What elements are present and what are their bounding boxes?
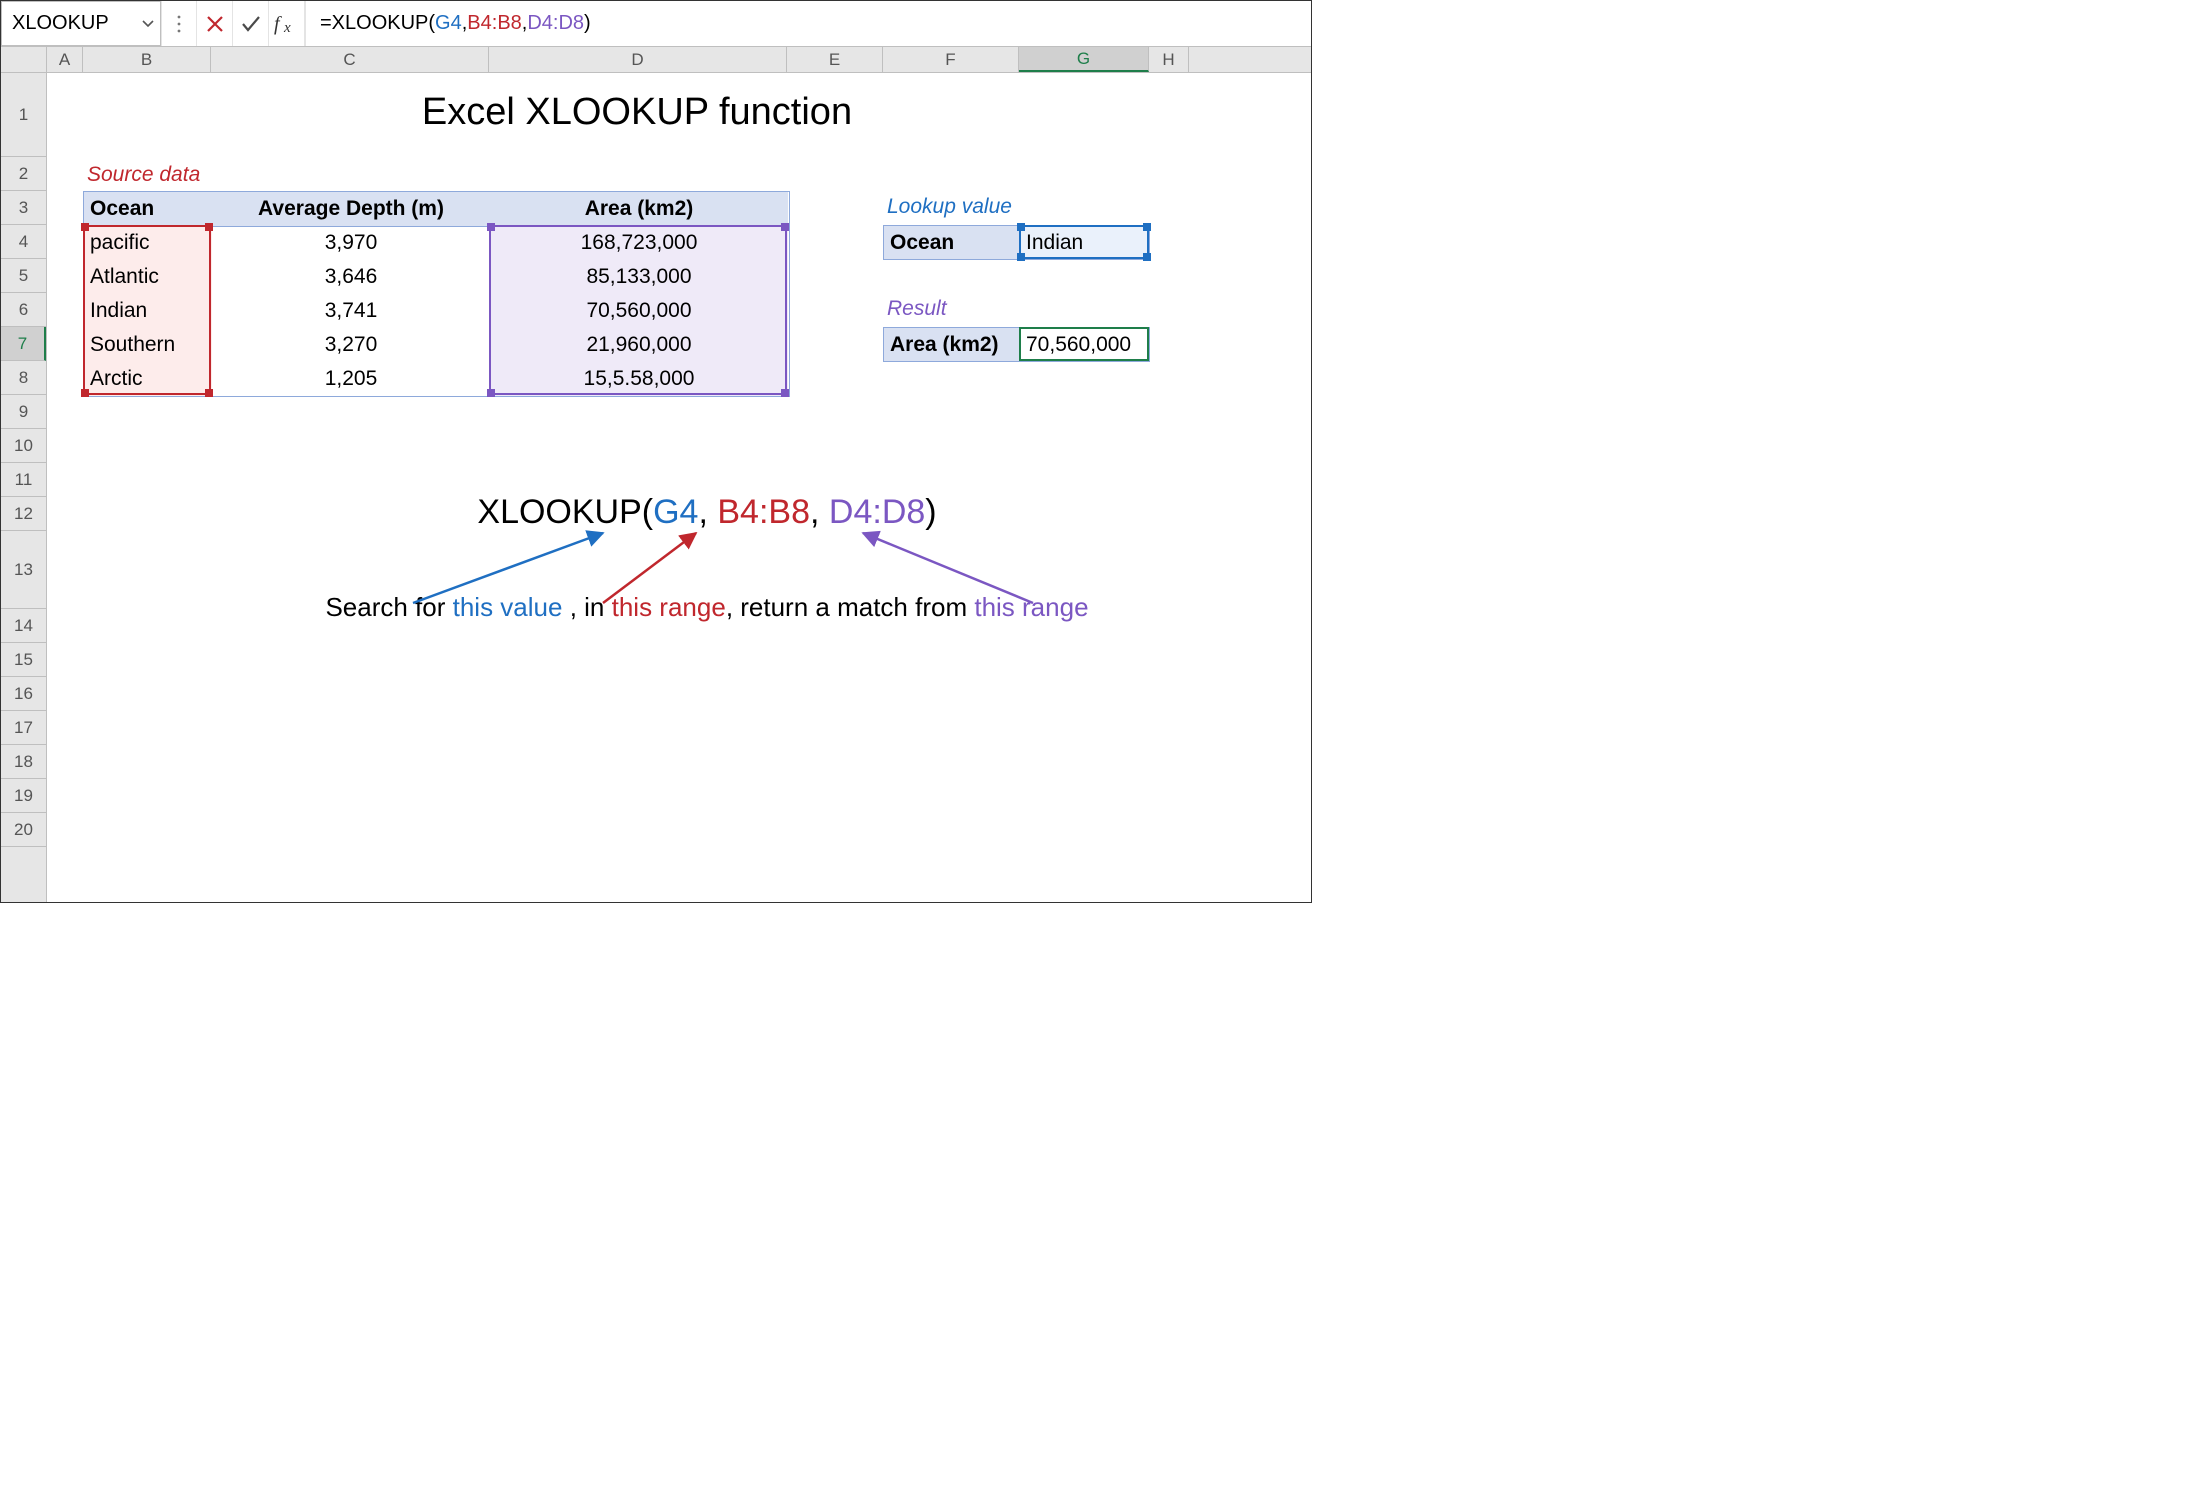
col-header-C[interactable]: C (211, 47, 489, 72)
col-header-A[interactable]: A (47, 47, 83, 72)
col-header-D[interactable]: D (489, 47, 787, 72)
table-row[interactable]: pacific3,970168,723,000 (84, 226, 788, 260)
table-row[interactable]: Indian3,74170,560,000 (84, 294, 788, 328)
source-table: Ocean Average Depth (m) Area (km2) pacif… (83, 191, 790, 397)
row-header-12[interactable]: 12 (1, 497, 46, 531)
row-header-10[interactable]: 10 (1, 429, 46, 463)
name-box[interactable]: XLOOKUP (1, 1, 161, 46)
row-header-17[interactable]: 17 (1, 711, 46, 745)
row-header-19[interactable]: 19 (1, 779, 46, 813)
column-headers: A B C D E F G H (1, 47, 1311, 73)
select-all-corner[interactable] (1, 47, 47, 72)
col-header-B[interactable]: B (83, 47, 211, 72)
row-header-2[interactable]: 2 (1, 157, 46, 191)
lookup-value-cell[interactable]: Indian (1020, 226, 1150, 260)
name-box-value: XLOOKUP (12, 12, 109, 35)
row-header-15[interactable]: 15 (1, 643, 46, 677)
formula-bar: XLOOKUP f x =XLOOKUP(G4, B4:B8, D4:D8) (1, 1, 1311, 47)
chevron-down-icon[interactable] (142, 17, 154, 31)
lookup-value-label: Lookup value (887, 195, 1012, 219)
cancel-icon[interactable] (197, 1, 233, 46)
formula-bar-separator (161, 1, 197, 46)
th-area: Area (km2) (490, 192, 788, 226)
result-key: Area (km2) (884, 328, 1020, 362)
row-headers: 1 2 3 4 5 6 7 8 9 10 11 12 13 14 15 16 1… (1, 73, 47, 902)
col-header-F[interactable]: F (883, 47, 1019, 72)
table-header-row: Ocean Average Depth (m) Area (km2) (84, 192, 788, 226)
table-row[interactable]: Southern3,27021,960,000 (84, 328, 788, 362)
table-row[interactable]: Arctic1,20515,5.58,000 (84, 362, 788, 396)
result-table: Area (km2) 70,560,000 (883, 327, 1150, 362)
row-header-4[interactable]: 4 (1, 225, 46, 259)
row-header-7[interactable]: 7 (1, 327, 46, 361)
explain-text: Search for this value , in this range, r… (123, 592, 1291, 623)
col-header-H[interactable]: H (1149, 47, 1189, 72)
source-data-label: Source data (87, 163, 200, 187)
row-header-1[interactable]: 1 (1, 73, 46, 157)
enter-icon[interactable] (233, 1, 269, 46)
svg-text:x: x (283, 20, 291, 35)
table-row[interactable]: Atlantic3,64685,133,000 (84, 260, 788, 294)
row-header-16[interactable]: 16 (1, 677, 46, 711)
fx-icon[interactable]: f x (269, 1, 305, 46)
th-depth: Average Depth (m) (212, 192, 490, 226)
result-value-cell[interactable]: 70,560,000 (1020, 328, 1150, 362)
big-formula: XLOOKUP(G4, B4:B8, D4:D8) (123, 493, 1291, 532)
row-header-9[interactable]: 9 (1, 395, 46, 429)
svg-text:f: f (274, 13, 282, 35)
col-header-E[interactable]: E (787, 47, 883, 72)
row-header-18[interactable]: 18 (1, 745, 46, 779)
row-header-3[interactable]: 3 (1, 191, 46, 225)
row-header-14[interactable]: 14 (1, 609, 46, 643)
cells-area[interactable]: Excel XLOOKUP function Source data Ocean… (47, 73, 1311, 902)
row-header-13[interactable]: 13 (1, 531, 46, 609)
page-title: Excel XLOOKUP function (317, 91, 957, 134)
result-label: Result (887, 297, 947, 321)
lookup-key: Ocean (884, 226, 1020, 260)
row-header-20[interactable]: 20 (1, 813, 46, 847)
col-header-G[interactable]: G (1019, 47, 1149, 72)
explanation: XLOOKUP(G4, B4:B8, D4:D8) Search for thi… (123, 493, 1291, 623)
row-header-6[interactable]: 6 (1, 293, 46, 327)
formula-input[interactable]: =XLOOKUP(G4, B4:B8, D4:D8) (305, 1, 1311, 46)
th-ocean: Ocean (84, 192, 212, 226)
row-header-5[interactable]: 5 (1, 259, 46, 293)
row-header-11[interactable]: 11 (1, 463, 46, 497)
lookup-table: Ocean Indian (883, 225, 1150, 260)
row-header-8[interactable]: 8 (1, 361, 46, 395)
sheet: 1 2 3 4 5 6 7 8 9 10 11 12 13 14 15 16 1… (1, 73, 1311, 902)
